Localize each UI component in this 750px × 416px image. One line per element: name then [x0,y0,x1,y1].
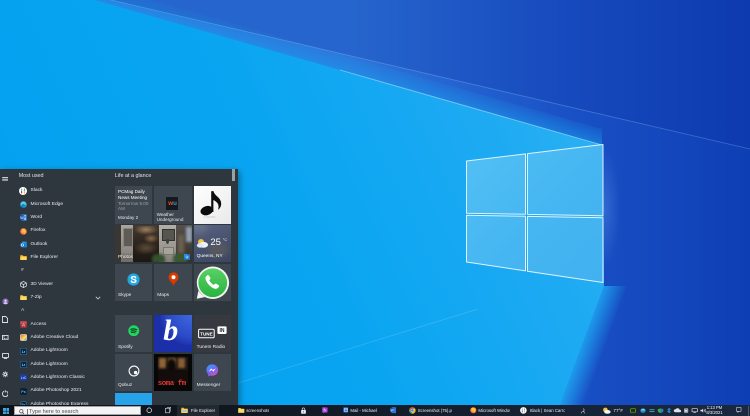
svg-text:TUNE: TUNE [200,332,213,337]
svg-text:N: N [323,408,326,413]
svg-text:IN: IN [219,328,224,334]
